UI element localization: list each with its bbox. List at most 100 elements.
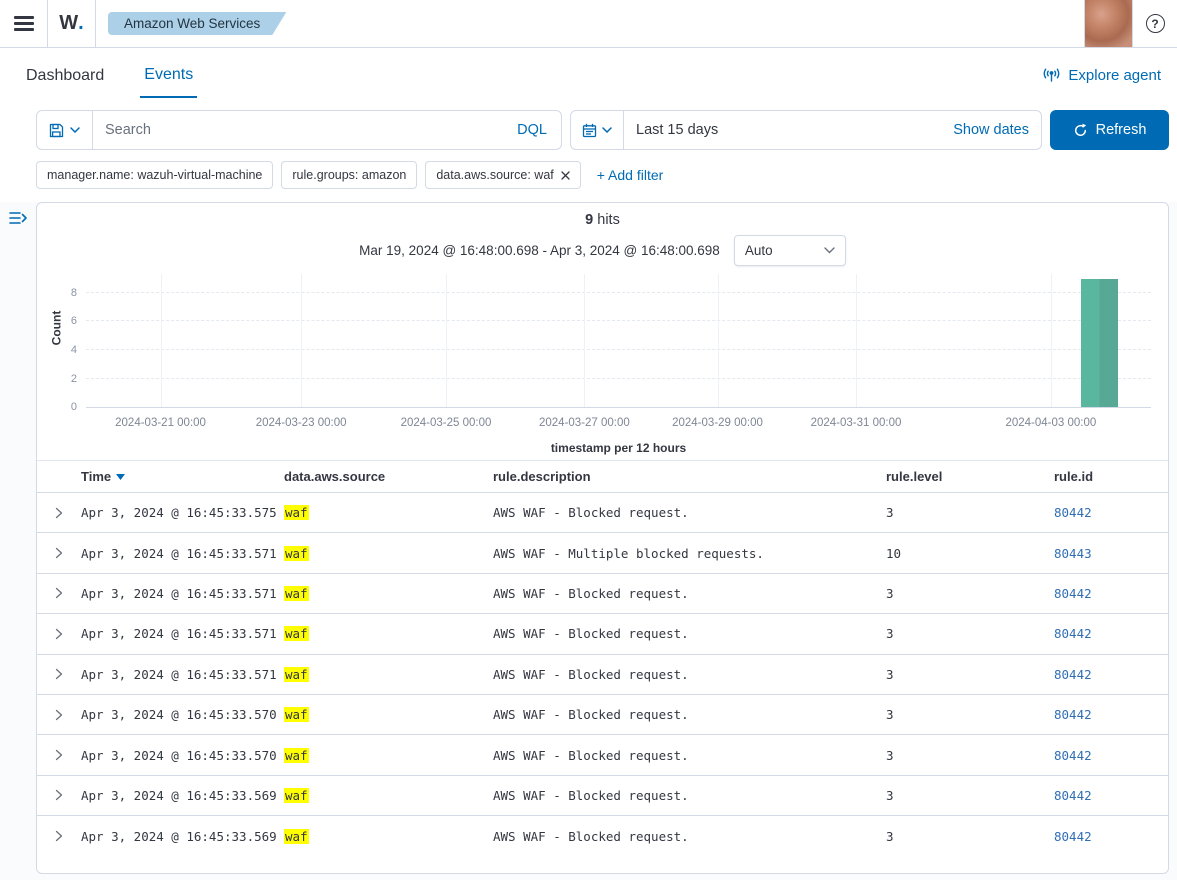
x-axis-title: timestamp per 12 hours <box>86 441 1151 455</box>
expand-row-button[interactable] <box>37 587 81 599</box>
cell-rule-id-link[interactable]: 80442 <box>1054 829 1168 844</box>
cell-source-highlighted: waf <box>284 748 309 763</box>
cell-description: AWS WAF - Blocked request. <box>493 505 886 520</box>
column-header-time[interactable]: Time <box>81 469 284 484</box>
cell-level: 3 <box>886 707 1054 722</box>
cell-description: AWS WAF - Blocked request. <box>493 586 886 601</box>
calendar-icon <box>582 123 597 138</box>
column-header-description[interactable]: rule.description <box>493 469 886 484</box>
column-header-level[interactable]: rule.level <box>886 469 1054 484</box>
refresh-label: Refresh <box>1096 122 1147 138</box>
cell-description: AWS WAF - Blocked request. <box>493 707 886 722</box>
query-language-button[interactable]: DQL <box>503 122 561 138</box>
date-picker: Last 15 days Show dates <box>570 110 1042 150</box>
add-filter-link[interactable]: + Add filter <box>597 167 664 183</box>
cell-source-highlighted: waf <box>284 667 309 682</box>
interval-select[interactable]: Auto <box>734 235 846 266</box>
avatar[interactable] <box>1084 0 1133 47</box>
tab-dashboard[interactable]: Dashboard <box>22 53 108 97</box>
cell-description: AWS WAF - Blocked request. <box>493 748 886 763</box>
tabs-row: Dashboard Events Explore agent <box>0 48 1177 102</box>
calendar-button[interactable] <box>571 111 624 149</box>
cell-source-highlighted: waf <box>284 505 309 520</box>
expand-row-button[interactable] <box>37 830 81 842</box>
table-row: Apr 3, 2024 @ 16:45:33.570 waf AWS WAF -… <box>37 735 1168 775</box>
cell-level: 3 <box>886 505 1054 520</box>
expand-row-button[interactable] <box>37 789 81 801</box>
cell-source-highlighted: waf <box>284 546 309 561</box>
explore-agent-link[interactable]: Explore agent <box>1042 67 1161 84</box>
saved-queries-button[interactable] <box>37 111 93 149</box>
cell-time: Apr 3, 2024 @ 16:45:33.571 <box>81 667 284 682</box>
cell-rule-id-link[interactable]: 80442 <box>1054 748 1168 763</box>
table-header-row: Time data.aws.source rule.description ru… <box>37 460 1168 493</box>
events-table: Time data.aws.source rule.description ru… <box>37 460 1168 857</box>
cell-level: 3 <box>886 788 1054 803</box>
show-dates-link[interactable]: Show dates <box>953 122 1041 138</box>
cell-time: Apr 3, 2024 @ 16:45:33.569 <box>81 788 284 803</box>
table-row: Apr 3, 2024 @ 16:45:33.569 waf AWS WAF -… <box>37 816 1168 856</box>
cell-source-highlighted: waf <box>284 788 309 803</box>
help-icon[interactable]: ? <box>1146 14 1165 33</box>
save-icon <box>49 123 64 138</box>
tab-events[interactable]: Events <box>140 52 197 98</box>
cell-rule-id-link[interactable]: 80442 <box>1054 667 1168 682</box>
histogram-chart: Count 02468 2024-03-21 00:002024-03-23 0… <box>37 269 1168 454</box>
cell-description: AWS WAF - Blocked request. <box>493 829 886 844</box>
cell-rule-id-link[interactable]: 80442 <box>1054 505 1168 520</box>
hits-summary: 9 hits <box>37 212 1168 228</box>
logo-dot: . <box>78 12 84 35</box>
expand-row-button[interactable] <box>37 507 81 519</box>
sort-desc-icon <box>116 474 125 480</box>
table-row: Apr 3, 2024 @ 16:45:33.571 waf AWS WAF -… <box>37 533 1168 573</box>
cell-time: Apr 3, 2024 @ 16:45:33.570 <box>81 748 284 763</box>
cell-source-highlighted: waf <box>284 626 309 641</box>
cell-rule-id-link[interactable]: 80443 <box>1054 546 1168 561</box>
filter-label: manager.name: wazuh-virtual-machine <box>47 168 262 182</box>
table-row: Apr 3, 2024 @ 16:45:33.571 waf AWS WAF -… <box>37 614 1168 654</box>
filter-pill-manager-name[interactable]: manager.name: wazuh-virtual-machine <box>36 161 273 189</box>
cell-rule-id-link[interactable]: 80442 <box>1054 707 1168 722</box>
expand-row-button[interactable] <box>37 628 81 640</box>
x-axis-labels: 2024-03-21 00:002024-03-23 00:002024-03-… <box>86 417 1151 433</box>
filter-pill-aws-source[interactable]: data.aws.source: waf <box>425 161 580 189</box>
search-input[interactable] <box>93 122 503 138</box>
remove-filter-icon[interactable] <box>561 171 570 180</box>
wazuh-logo[interactable]: W. <box>48 0 96 47</box>
cell-rule-id-link[interactable]: 80442 <box>1054 788 1168 803</box>
filter-label: rule.groups: amazon <box>292 168 406 182</box>
column-header-id[interactable]: rule.id <box>1054 469 1168 484</box>
results-panel: 9 hits Mar 19, 2024 @ 16:48:00.698 - Apr… <box>36 202 1169 874</box>
time-range-text: Mar 19, 2024 @ 16:48:00.698 - Apr 3, 202… <box>359 243 720 258</box>
chevron-down-icon <box>824 247 835 254</box>
expand-row-button[interactable] <box>37 749 81 761</box>
cell-source-highlighted: waf <box>284 586 309 601</box>
cell-source-highlighted: waf <box>284 707 309 722</box>
query-bar: DQL Last 15 days Show <box>0 102 1177 150</box>
y-axis-title: Count <box>49 311 63 346</box>
cell-time: Apr 3, 2024 @ 16:45:33.571 <box>81 586 284 601</box>
histogram-bar[interactable] <box>1081 279 1118 407</box>
column-header-source[interactable]: data.aws.source <box>284 469 493 484</box>
filter-label: data.aws.source: waf <box>436 168 553 182</box>
cell-level: 3 <box>886 667 1054 682</box>
cell-time: Apr 3, 2024 @ 16:45:33.571 <box>81 626 284 641</box>
interval-value: Auto <box>745 243 773 258</box>
cell-description: AWS WAF - Multiple blocked requests. <box>493 546 886 561</box>
expand-row-button[interactable] <box>37 668 81 680</box>
date-range-value[interactable]: Last 15 days <box>624 122 953 138</box>
menu-button[interactable] <box>0 0 48 47</box>
cell-rule-id-link[interactable]: 80442 <box>1054 586 1168 601</box>
cell-rule-id-link[interactable]: 80442 <box>1054 626 1168 641</box>
expand-row-button[interactable] <box>37 547 81 559</box>
hits-label: hits <box>597 212 620 228</box>
explore-agent-label: Explore agent <box>1068 67 1161 84</box>
chart-plot-area[interactable]: 02468 <box>86 274 1151 408</box>
filter-pill-rule-groups[interactable]: rule.groups: amazon <box>281 161 417 189</box>
breadcrumb[interactable]: Amazon Web Services <box>108 12 286 35</box>
chevron-down-icon <box>70 127 80 133</box>
expand-row-button[interactable] <box>37 709 81 721</box>
refresh-button[interactable]: Refresh <box>1050 110 1169 150</box>
cell-level: 3 <box>886 829 1054 844</box>
collapse-sidebar-icon[interactable] <box>9 210 28 226</box>
